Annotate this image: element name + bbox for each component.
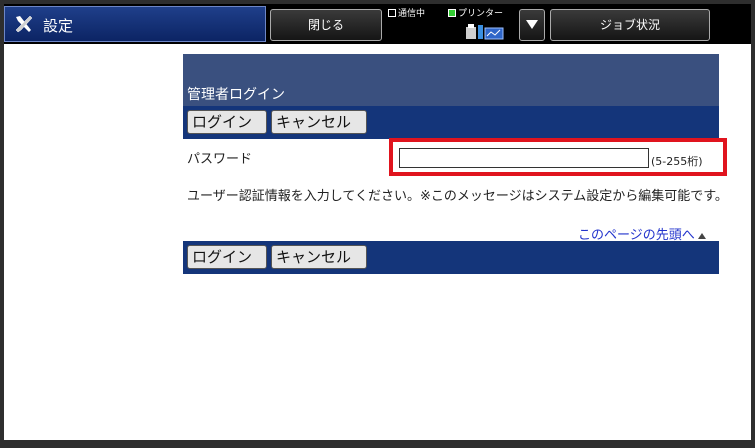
status-printer: プリンター [448,6,503,19]
password-input[interactable] [399,148,649,168]
triangle-up-icon [697,233,706,239]
cancel-button[interactable]: キャンセル [271,110,367,134]
printer-status-indicator [448,8,456,17]
top-action-bar: ログイン キャンセル [183,106,719,139]
login-button[interactable]: ログイン [187,110,267,134]
checkbox-icon [388,8,396,17]
auth-message: ユーザー認証情報を入力してください。※このメッセージはシステム設定から編集可能で… [187,189,728,204]
admin-login-header: 管理者ログイン [183,54,719,106]
close-button[interactable]: 閉じる [270,9,382,41]
bottom-action-bar: ログイン キャンセル [183,241,719,274]
top-bar: 設定 閉じる 通信中 プリンター ジョブ状況 [4,4,751,44]
printer-network-icon [466,24,504,40]
status-dropdown-button[interactable] [519,9,545,41]
device-frame: 設定 閉じる 通信中 プリンター ジョブ状況 管理者ログイン ログイン キャンセ… [0,0,755,448]
status-communicating-label: 通信中 [398,9,426,19]
status-printer-label: プリンター [458,9,504,19]
status-communicating: 通信中 [388,6,425,19]
password-label: パスワード [187,152,253,167]
page-title: 管理者ログイン [187,87,285,103]
settings-label: 設定 [43,17,74,35]
login-button-bottom[interactable]: ログイン [187,245,267,269]
job-status-button[interactable]: ジョブ状況 [550,9,710,41]
cancel-button-bottom[interactable]: キャンセル [271,245,367,269]
status-icons [462,21,512,41]
settings-tab[interactable]: 設定 [4,6,266,42]
password-length-hint: (5-255桁) [651,155,703,168]
triangle-down-icon [526,20,538,29]
content-area: 管理者ログイン ログイン キャンセル パスワード (5-255桁) ユーザー認証… [4,44,751,440]
tools-icon [13,13,35,35]
